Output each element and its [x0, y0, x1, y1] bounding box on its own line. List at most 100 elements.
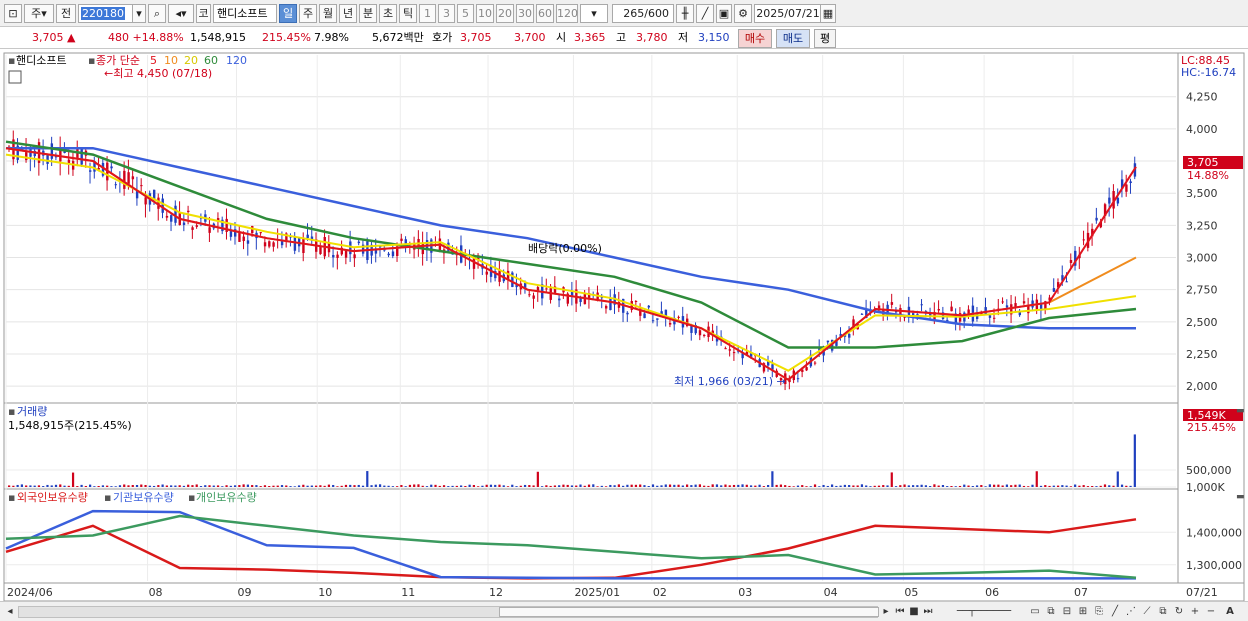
volume-bar [1048, 485, 1051, 487]
volume-bar [583, 485, 586, 487]
stock-name-field[interactable]: 핸디소프트 [213, 4, 277, 23]
interval-10-button[interactable]: 10 [476, 4, 494, 23]
volume-bar [553, 485, 557, 487]
period-day-button[interactable]: 일 [279, 4, 297, 23]
candle-body [161, 198, 164, 213]
x-tick-label: 04 [824, 586, 838, 599]
period-year-button[interactable]: 년 [339, 4, 357, 23]
sell-button[interactable]: 매도 [776, 29, 810, 48]
grid-icon[interactable]: ⊞ [1076, 605, 1090, 619]
auto-scale-button[interactable]: A [1220, 605, 1240, 619]
high-price: 3,780 [636, 31, 668, 44]
market-select[interactable]: 주▾ [24, 4, 54, 23]
volume-maximize-icon[interactable]: ▬ [1236, 406, 1245, 416]
volume-bar [272, 485, 275, 487]
volume-bar [152, 485, 156, 487]
panel-menu-icon[interactable]: ▪ [8, 54, 15, 67]
forward-icon[interactable]: ⏭ [922, 605, 934, 619]
volume-bar [80, 484, 83, 487]
volume-bar [289, 486, 292, 487]
eval-button[interactable]: 평 [814, 29, 836, 48]
volume-bar [907, 485, 910, 487]
zoom-slider[interactable]: ──┬────── [944, 605, 1024, 619]
volume-bar [1005, 484, 1009, 487]
calculator-icon[interactable] [8, 70, 22, 84]
volume-bar [839, 485, 842, 487]
scroll-right-icon[interactable]: ▸ [880, 605, 892, 619]
save-icon[interactable]: ▣ [716, 4, 732, 23]
code-dropdown-icon[interactable]: ▾ [132, 4, 146, 23]
chart-toolbar: ⊡ 주▾ 전 220180 ▾ ⌕ ◂▾ 코 핸디소프트 일 주 월 년 분 초… [0, 0, 1248, 27]
interval-5-button[interactable]: 5 [457, 4, 474, 23]
panel-maximize-icon[interactable]: ▬ [1236, 492, 1245, 502]
buy-button[interactable]: 매수 [738, 29, 772, 48]
calendar-icon[interactable]: ▦ [820, 4, 836, 23]
scroll-thumb[interactable] [499, 607, 879, 617]
price-tick-label: 3,500 [1186, 187, 1218, 200]
interval-3-button[interactable]: 3 [438, 4, 455, 23]
volume-bar [779, 484, 783, 487]
plus-icon[interactable]: + [1188, 605, 1202, 619]
period-minute-button[interactable]: 분 [359, 4, 377, 23]
horizontal-scrollbar[interactable] [18, 606, 879, 618]
candle-body [127, 172, 130, 184]
ask-price: 3,700 [514, 31, 546, 44]
volume-bar [413, 484, 416, 487]
line-tool-icon[interactable]: ╱ [1108, 605, 1122, 619]
period-week-button[interactable]: 주 [299, 4, 317, 23]
interval-1-button[interactable]: 1 [419, 4, 436, 23]
prev-button[interactable]: 전 [56, 4, 76, 23]
interval-60-button[interactable]: 60 [536, 4, 554, 23]
hc-value: HC:-16.74 [1181, 66, 1236, 79]
volume-bar [234, 485, 237, 487]
candle-body [1108, 197, 1111, 204]
volume-bar [587, 484, 591, 487]
candle-body [272, 242, 275, 247]
volume-bar [796, 485, 800, 487]
chart-type-icon[interactable]: ⧉ [1156, 605, 1170, 619]
ma10-legend: 10 [164, 54, 178, 67]
volume-bar [408, 484, 412, 487]
stock-chart[interactable]: 4,2504,0003,7503,5003,2503,0002,7502,500… [0, 51, 1248, 602]
volume-bar [1116, 471, 1119, 487]
stop-icon[interactable]: ■ [908, 605, 920, 619]
date-input[interactable]: 2025/07/21 [754, 4, 822, 23]
gear-icon[interactable]: ⚙ [734, 4, 752, 23]
volume-bar [997, 484, 1000, 487]
interval-120-button[interactable]: 120 [556, 4, 578, 23]
draw-line-icon[interactable]: ╱ [696, 4, 714, 23]
overlay-icon[interactable]: ⧉ [1044, 605, 1058, 619]
interval-30-button[interactable]: 30 [516, 4, 534, 23]
candle-body [268, 241, 271, 247]
interval-custom-input[interactable]: ▾ [580, 4, 608, 23]
candle-body [170, 215, 173, 222]
volume-bar [174, 485, 177, 487]
minus-icon[interactable]: − [1204, 605, 1218, 619]
chart-settings-icon[interactable]: ⊡ [4, 4, 22, 23]
refresh-icon[interactable]: ↻ [1172, 605, 1186, 619]
rewind-icon[interactable]: ⏮ [894, 605, 906, 619]
ray-icon[interactable]: ⟋ [1140, 605, 1154, 619]
volume-bar [332, 484, 335, 487]
search-icon[interactable]: ⌕ [148, 4, 166, 23]
volume-bar [848, 485, 851, 487]
interval-20-button[interactable]: 20 [496, 4, 514, 23]
volume-bar [148, 485, 151, 487]
period-tick-button[interactable]: 틱 [399, 4, 417, 23]
copy-icon[interactable]: ⎘ [1092, 605, 1106, 619]
volume-bar [259, 486, 262, 487]
candle-body [1116, 197, 1120, 204]
candle-body [302, 237, 305, 253]
fib-icon[interactable]: ⋰ [1124, 605, 1138, 619]
scroll-left-icon[interactable]: ◂ [4, 605, 16, 619]
volume-bar [506, 486, 510, 487]
period-month-button[interactable]: 월 [319, 4, 337, 23]
period-second-button[interactable]: 초 [379, 4, 397, 23]
volume-bar [123, 484, 126, 487]
speaker-icon[interactable]: ◂▾ [168, 4, 194, 23]
compare-icon[interactable]: ⊟ [1060, 605, 1074, 619]
volume-bar [877, 485, 881, 487]
count-input[interactable]: 265/600 [612, 4, 674, 23]
indicator-icon[interactable]: ▭ [1028, 605, 1042, 619]
candle-type-icon[interactable]: ╫ [676, 4, 694, 23]
